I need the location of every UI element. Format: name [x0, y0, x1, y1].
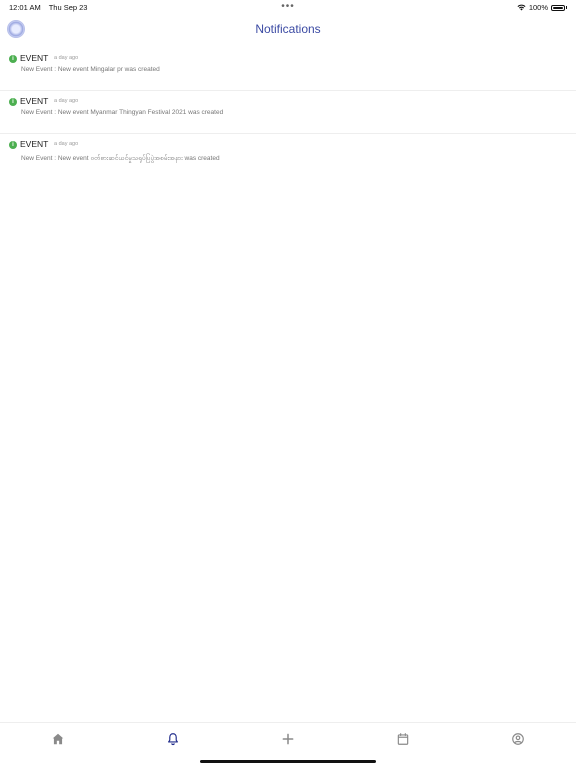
header: Notifications	[0, 16, 576, 44]
tab-bar	[0, 722, 576, 768]
plus-icon	[282, 733, 294, 745]
notification-description: New Event : New event Mingalar pr was cr…	[21, 66, 160, 73]
home-indicator[interactable]	[200, 760, 376, 763]
notification-list: i EVENT a day ago New Event : New event …	[0, 48, 576, 177]
notification-time: a day ago	[54, 55, 79, 61]
notification-description: New Event : New event ဝတ်စားဆင်ယင်မှုသရု…	[21, 155, 220, 162]
status-right: 100%	[517, 3, 567, 12]
notification-item[interactable]: i EVENT a day ago New Event : New event …	[0, 48, 576, 91]
bell-icon	[168, 733, 178, 746]
status-date: Thu Sep 23	[48, 3, 88, 12]
tab-profile[interactable]	[510, 731, 526, 747]
notification-time: a day ago	[54, 141, 79, 147]
page-title: Notifications	[255, 22, 321, 36]
notification-time: a day ago	[54, 98, 79, 104]
tab-home[interactable]	[50, 731, 66, 747]
battery-tip	[566, 6, 567, 9]
status-time: 12:01 AM	[9, 3, 41, 12]
multitask-dots[interactable]: •••	[281, 1, 295, 12]
tab-calendar[interactable]	[395, 731, 411, 747]
notification-type: EVENT	[20, 96, 49, 106]
notification-type: EVENT	[20, 139, 49, 149]
calendar-icon	[397, 733, 409, 745]
battery-percent: 100%	[528, 3, 548, 12]
screen: 12:01 AM Thu Sep 23 ••• 100% Notificatio…	[0, 0, 576, 768]
info-icon: i	[9, 55, 17, 63]
notification-description: New Event : New event Myanmar Thingyan F…	[21, 109, 224, 116]
battery-icon	[551, 4, 565, 11]
notification-item[interactable]: i EVENT a day ago New Event : New event …	[0, 91, 576, 134]
info-icon: i	[9, 141, 17, 149]
user-circle-icon	[512, 733, 524, 745]
status-bar: 12:01 AM Thu Sep 23 ••• 100%	[0, 0, 576, 14]
notification-item[interactable]: i EVENT a day ago New Event : New event …	[0, 134, 576, 177]
wifi-icon	[517, 4, 526, 11]
info-icon: i	[9, 98, 17, 106]
status-left: 12:01 AM Thu Sep 23	[9, 3, 87, 12]
home-icon	[52, 733, 64, 745]
notification-type: EVENT	[20, 53, 49, 63]
tab-notifications[interactable]	[165, 731, 181, 747]
tab-add[interactable]	[280, 731, 296, 747]
